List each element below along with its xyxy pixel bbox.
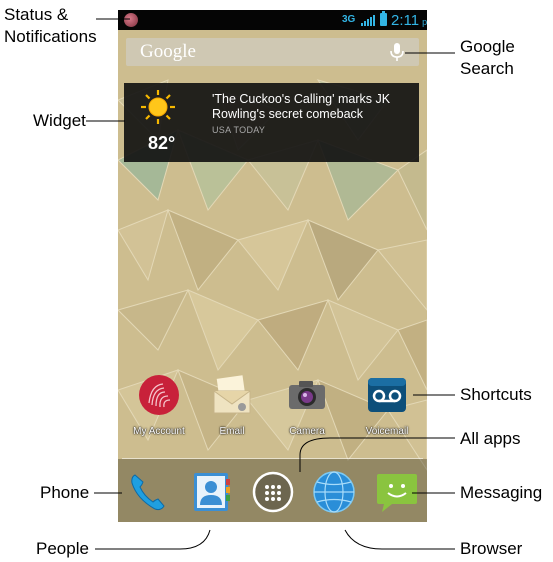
callout-google-line2: Search [460,59,514,78]
home-screen: 3G 2:11pm Google 82° [118,10,427,522]
all-apps-icon[interactable] [250,469,296,515]
camera-icon [289,381,325,409]
shortcut-my-account[interactable]: My Account [124,373,194,437]
sun-icon [141,90,175,124]
callout-widget: Widget [33,111,86,130]
email-icon [213,375,251,414]
clock-ampm: pm [422,17,427,27]
shortcut-email[interactable]: Email [197,373,267,437]
callout-status-line1: Status & [4,5,69,24]
microphone-icon[interactable] [387,42,407,62]
shortcut-label: Camera [289,426,325,437]
dock [118,459,427,522]
callout-phone: Phone [40,483,90,502]
notification-icon [124,13,138,27]
messaging-icon[interactable] [374,469,420,515]
callout-google-line1: Google [460,37,515,56]
temperature: 82° [148,133,176,153]
callout-google-search: Google Search [460,36,515,80]
shortcut-camera[interactable]: Camera [272,373,342,437]
news-source: USA TODAY [212,125,266,135]
phone-icon[interactable] [125,469,171,515]
shortcut-label: Voicemail [365,426,409,437]
shortcut-label: Email [219,426,245,437]
callout-shortcuts: Shortcuts [460,385,532,404]
shortcut-label: My Account [133,426,185,437]
news-weather-widget[interactable]: 82° 'The Cuckoo's Calling' marks JK Rowl… [124,83,419,162]
shortcut-voicemail[interactable]: Voicemail [352,373,422,437]
news-headline[interactable]: 'The Cuckoo's Calling' marks JK Rowling'… [212,92,417,122]
callout-messaging: Messaging [460,483,543,502]
callout-status-line2: Notifications [4,27,97,46]
battery-icon [380,11,387,26]
callout-all-apps: All apps [460,429,521,448]
clock-time: 2:11 [391,12,420,29]
browser-icon[interactable] [311,469,357,515]
status-bar[interactable]: 3G 2:11pm [118,10,427,30]
callout-people: People [36,539,89,558]
network-type: 3G [342,14,356,25]
my-account-icon [139,375,179,415]
google-logo: Google [140,41,196,62]
callout-browser: Browser [460,539,523,558]
people-icon[interactable] [188,469,234,515]
voicemail-icon [368,378,406,412]
signal-icon [361,15,375,26]
status-clock: 2:11pm [391,12,427,29]
google-search-bar[interactable]: Google [126,38,419,66]
callout-status-notifications: Status & Notifications [4,4,97,48]
